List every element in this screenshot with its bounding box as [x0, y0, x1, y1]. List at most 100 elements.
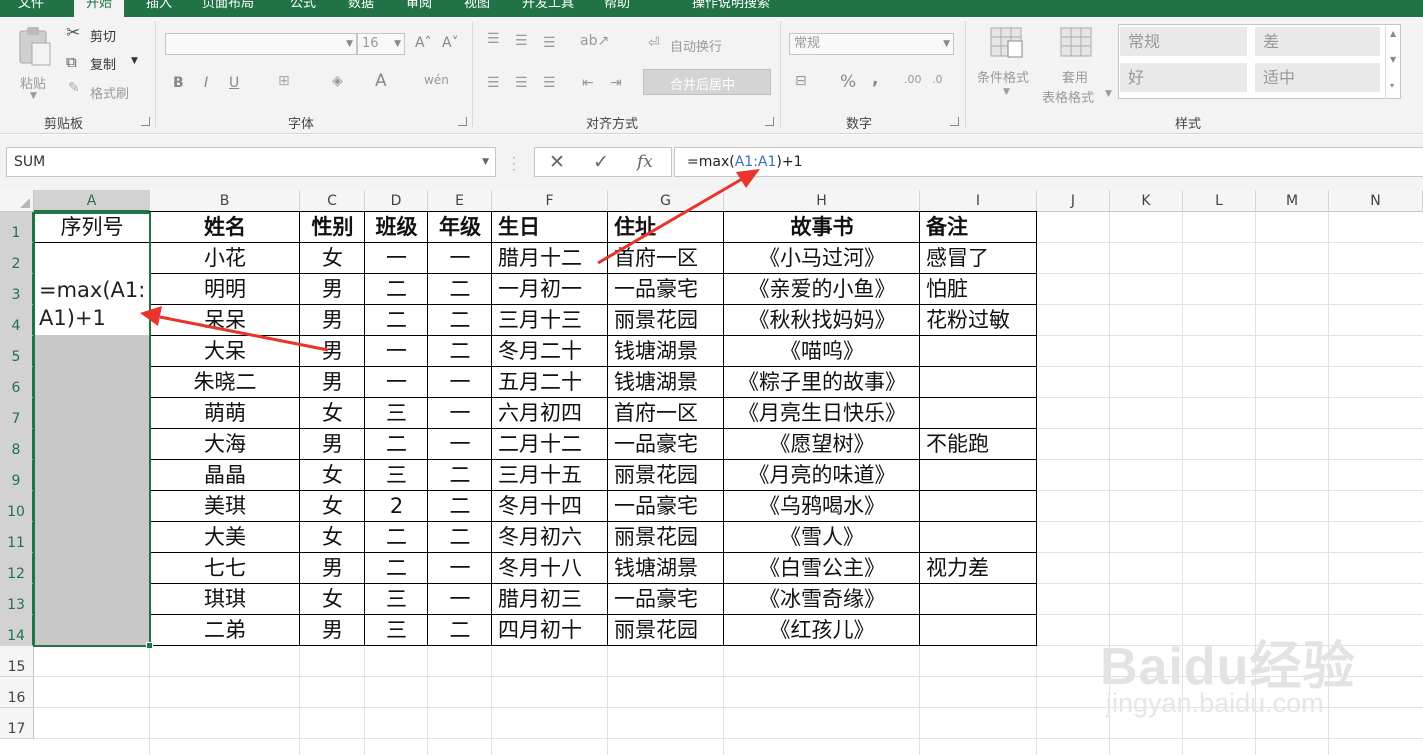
column-header-g[interactable]: G: [608, 190, 724, 212]
table-cell[interactable]: 丽景花园: [614, 460, 724, 490]
table-cell[interactable]: 一: [365, 336, 428, 366]
table-cell[interactable]: 二: [428, 305, 492, 335]
table-cell[interactable]: 女: [300, 522, 365, 552]
decrease-decimal-icon[interactable]: .0: [932, 73, 943, 86]
table-cell[interactable]: 《雪人》: [724, 522, 920, 552]
gallery-scroll[interactable]: ▲ ▼ ▾: [1385, 25, 1401, 99]
row-header-16[interactable]: 16: [0, 677, 34, 708]
row-header-5[interactable]: 5: [0, 336, 34, 367]
shrink-font-icon[interactable]: A˅: [442, 35, 459, 51]
column-header-h[interactable]: H: [724, 190, 920, 212]
splitter-icon[interactable]: · · ·: [512, 152, 516, 176]
table-cell[interactable]: 一: [428, 398, 492, 428]
column-header-c[interactable]: C: [300, 190, 365, 212]
column-header-f[interactable]: F: [492, 190, 608, 212]
table-cell[interactable]: 二: [428, 491, 492, 521]
increase-decimal-icon[interactable]: .00: [904, 73, 922, 86]
table-cell[interactable]: 二: [365, 429, 428, 459]
table-cell[interactable]: 《小马过河》: [724, 243, 920, 273]
tab-developer[interactable]: 开发工具: [510, 0, 586, 17]
table-cell[interactable]: 朱晓二: [150, 367, 300, 397]
table-cell[interactable]: 女: [300, 584, 365, 614]
row-header-14[interactable]: 14: [0, 615, 34, 646]
accounting-icon[interactable]: ⊟: [795, 73, 807, 89]
table-cell[interactable]: 女: [300, 460, 365, 490]
tab-insert[interactable]: 插入: [134, 0, 184, 17]
table-cell[interactable]: 二: [365, 305, 428, 335]
row-header-7[interactable]: 7: [0, 398, 34, 429]
table-cell[interactable]: 一品豪宅: [614, 491, 724, 521]
table-cell[interactable]: 女: [300, 491, 365, 521]
table-cell[interactable]: 首府一区: [614, 243, 724, 273]
table-cell[interactable]: 六月初四: [498, 398, 608, 428]
decrease-indent-icon[interactable]: ⇤: [582, 75, 594, 91]
tab-view[interactable]: 视图: [452, 0, 502, 17]
table-cell[interactable]: 美琪: [150, 491, 300, 521]
row-header-6[interactable]: 6: [0, 367, 34, 398]
align-top-icon[interactable]: ☰: [487, 31, 500, 47]
table-cell[interactable]: 《粽子里的故事》: [724, 367, 920, 397]
table-cell[interactable]: 二: [365, 274, 428, 304]
header-cell[interactable]: 故事书: [724, 212, 920, 242]
table-cell[interactable]: 男: [300, 615, 365, 645]
row-header-11[interactable]: 11: [0, 522, 34, 553]
table-cell[interactable]: 冬月十八: [498, 553, 608, 583]
italic-button[interactable]: I: [204, 75, 208, 91]
table-cell[interactable]: 钱塘湖景: [614, 367, 724, 397]
table-cell[interactable]: 女: [300, 398, 365, 428]
table-cell[interactable]: 腊月十二: [498, 243, 608, 273]
table-cell[interactable]: 二: [428, 274, 492, 304]
table-cell[interactable]: 男: [300, 274, 365, 304]
dialog-launcher-icon[interactable]: [950, 117, 959, 126]
table-cell[interactable]: 小花: [150, 243, 300, 273]
table-cell[interactable]: 怕脏: [926, 274, 1037, 304]
row-header-8[interactable]: 8: [0, 429, 34, 460]
row-header-4[interactable]: 4: [0, 305, 34, 336]
comma-button[interactable]: ,: [872, 69, 878, 89]
table-cell[interactable]: 冬月二十: [498, 336, 608, 366]
table-cell[interactable]: 二月十二: [498, 429, 608, 459]
table-cell[interactable]: 腊月初三: [498, 584, 608, 614]
percent-button[interactable]: %: [840, 72, 856, 92]
table-cell[interactable]: 钱塘湖景: [614, 553, 724, 583]
table-cell[interactable]: 琪琪: [150, 584, 300, 614]
scroll-down-icon[interactable]: ▼: [1390, 55, 1396, 64]
tab-home[interactable]: 开始: [74, 0, 125, 17]
table-cell[interactable]: 一: [428, 367, 492, 397]
table-cell[interactable]: 《秋秋找妈妈》: [724, 305, 920, 335]
column-header-k[interactable]: K: [1110, 190, 1183, 212]
table-cell[interactable]: 三月十三: [498, 305, 608, 335]
style-bad[interactable]: 差: [1255, 27, 1380, 56]
font-size-combo[interactable]: 16 ▼: [357, 33, 405, 55]
increase-indent-icon[interactable]: ⇥: [610, 75, 622, 91]
table-cell[interactable]: 感冒了: [926, 243, 1037, 273]
row-header-10[interactable]: 10: [0, 491, 34, 522]
dialog-launcher-icon[interactable]: [765, 117, 774, 126]
style-neutral[interactable]: 适中: [1255, 63, 1380, 92]
header-cell[interactable]: 住址: [614, 212, 724, 242]
align-middle-icon[interactable]: ☰: [515, 33, 528, 49]
row-header-15[interactable]: 15: [0, 646, 34, 677]
column-header-i[interactable]: I: [920, 190, 1037, 212]
bold-button[interactable]: B: [173, 75, 184, 91]
table-cell[interactable]: 一: [428, 243, 492, 273]
table-cell[interactable]: 丽景花园: [614, 305, 724, 335]
table-cell[interactable]: 二: [428, 522, 492, 552]
table-cell[interactable]: 钱塘湖景: [614, 336, 724, 366]
header-cell[interactable]: 班级: [365, 212, 428, 242]
table-cell[interactable]: 不能跑: [926, 429, 1037, 459]
table-cell[interactable]: 《愿望树》: [724, 429, 920, 459]
tell-me-search[interactable]: 操作说明搜索: [680, 0, 782, 17]
table-cell[interactable]: 《白雪公主》: [724, 553, 920, 583]
header-cell[interactable]: 备注: [926, 212, 1037, 242]
table-cell[interactable]: 二: [428, 615, 492, 645]
tab-data[interactable]: 数据: [336, 0, 386, 17]
table-cell[interactable]: 一品豪宅: [614, 429, 724, 459]
name-box[interactable]: SUM ▼: [6, 147, 496, 177]
table-cell[interactable]: 晶晶: [150, 460, 300, 490]
table-cell[interactable]: 一: [428, 584, 492, 614]
table-cell[interactable]: 男: [300, 336, 365, 366]
table-cell[interactable]: 呆呆: [150, 305, 300, 335]
header-cell[interactable]: 生日: [498, 212, 608, 242]
table-cell[interactable]: 《月亮生日快乐》: [724, 398, 920, 428]
